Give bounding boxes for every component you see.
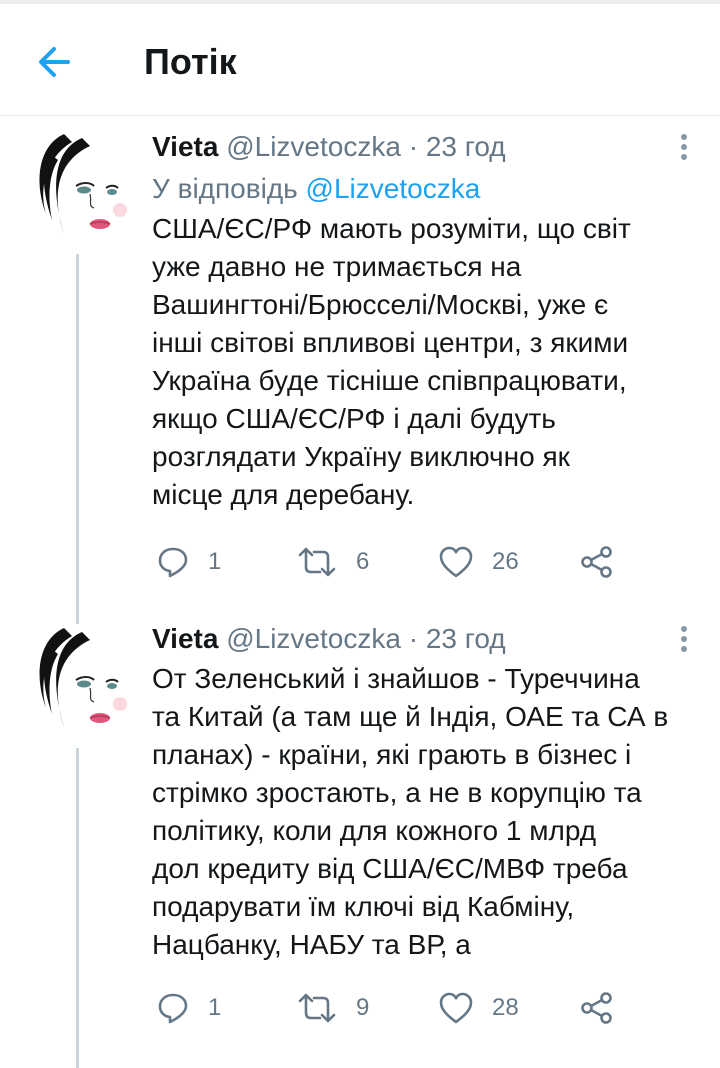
retweet-button[interactable]: 6	[296, 542, 369, 582]
tweet-text-line: політику, коли для кожного 1 млрд	[152, 815, 597, 846]
retweet-icon	[298, 993, 336, 1023]
tweet-text-line: От Зеленський і знайшов - Туреччина	[152, 663, 640, 694]
header-separator: ·	[408, 131, 419, 162]
like-icon	[439, 546, 473, 578]
retweet-count: 6	[356, 548, 370, 575]
tweet-text-line: якщо США/ЄС/РФ і далі будуть	[152, 403, 556, 434]
reply-to-line: У відповідь @Lizvetoczka	[152, 172, 700, 206]
like-button[interactable]: 28	[438, 988, 519, 1028]
avatar-face-icon	[20, 624, 136, 740]
tweet-text-line: Вашингтоні/Брюсселі/Москві, уже є	[152, 289, 609, 320]
author-name[interactable]: Vieta	[152, 623, 218, 654]
retweet-icon	[298, 547, 336, 577]
tweet-text-line: планах) - країни, які грають в бізнес і	[152, 739, 632, 770]
author-handle[interactable]: @Lizvetoczka	[226, 131, 401, 162]
retweet-count: 9	[356, 994, 370, 1021]
like-count: 28	[492, 994, 519, 1021]
author-name[interactable]: Vieta	[152, 131, 218, 162]
tweet-time[interactable]: 23 год	[426, 131, 506, 162]
tweet-text-line: Україна буде тісніше співпрацювати,	[152, 365, 627, 396]
tweet-content: Vieta @Lizvetoczka · 23 год У відповідь …	[152, 130, 700, 514]
like-button[interactable]: 26	[438, 542, 519, 582]
reply-button[interactable]: 1	[156, 542, 221, 582]
tweet-text-line: подарувати їм ключі від Кабміну,	[152, 891, 575, 922]
tweet-text-line: та Китай (а там ще й Індія, ОАЕ та СА в	[152, 701, 669, 732]
like-count: 26	[492, 548, 519, 575]
avatar[interactable]	[20, 130, 136, 246]
thread-line	[76, 254, 79, 624]
back-arrow-icon	[39, 47, 70, 77]
tweet-header: Vieta @Lizvetoczka · 23 год	[152, 130, 700, 164]
reply-icon	[158, 993, 188, 1024]
back-button[interactable]	[30, 40, 80, 84]
retweet-button[interactable]: 9	[296, 988, 369, 1028]
tweet-text: От Зеленський і знайшов - Туреччина та К…	[152, 660, 700, 964]
tweet-text-line: Нацбанку, НАБУ та ВР, а	[152, 929, 471, 960]
like-icon	[439, 992, 473, 1024]
share-button[interactable]	[580, 542, 614, 582]
tweet-text-line: розглядати Україну виключно як	[152, 441, 570, 472]
tweet[interactable]: Vieta @Lizvetoczka · 23 год У відповідь …	[0, 120, 720, 624]
tweet-text-line: США/ЄС/РФ мають розуміти, що світ	[152, 213, 631, 244]
tweet-header: Vieta @Lizvetoczka · 23 год	[152, 622, 700, 656]
tweet-text-line: інші світові впливові центри, з якими	[152, 327, 629, 358]
reply-icon	[158, 547, 188, 578]
tweet-text-line: стрімко зростають, а не в корупцію та	[152, 777, 642, 808]
reply-count: 1	[208, 548, 222, 575]
tweet-content: Vieta @Lizvetoczka · 23 год От Зеленськи…	[152, 622, 700, 964]
page-title: Потік	[144, 41, 237, 82]
header-separator: ·	[408, 623, 419, 654]
reply-handle-link[interactable]: @Lizvetoczka	[306, 173, 481, 204]
tweet-text-line: місце для деребану.	[152, 479, 415, 510]
reply-button[interactable]: 1	[156, 988, 221, 1028]
tweet[interactable]: Vieta @Lizvetoczka · 23 год От Зеленськи…	[0, 612, 720, 1068]
tweet-text-line: дол кредиту від США/ЄС/МВФ треба	[152, 853, 628, 884]
thread-line	[76, 748, 79, 1068]
tweet-text: США/ЄС/РФ мають розуміти, що світ уже да…	[152, 210, 700, 514]
tweet-text-line: уже давно не тримається на	[152, 251, 522, 282]
share-icon	[581, 546, 612, 578]
share-button[interactable]	[580, 988, 614, 1028]
reply-prefix: У відповідь	[152, 173, 298, 204]
reply-count: 1	[208, 994, 222, 1021]
top-bar: Потік	[0, 0, 720, 116]
tweet-time[interactable]: 23 год	[426, 623, 506, 654]
share-icon	[581, 992, 612, 1024]
status-strip	[0, 0, 720, 4]
author-handle[interactable]: @Lizvetoczka	[226, 623, 401, 654]
avatar-face-icon	[20, 130, 136, 246]
avatar[interactable]	[20, 624, 136, 740]
